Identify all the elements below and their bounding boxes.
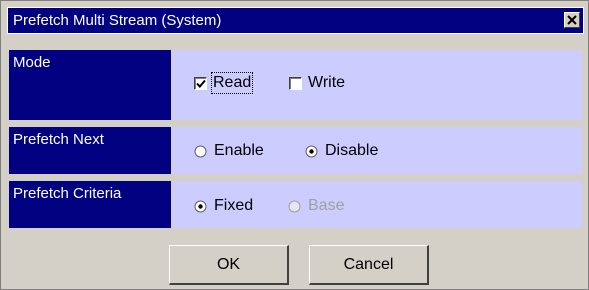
fixed-radio[interactable]: Fixed	[194, 197, 253, 215]
mode-label: Mode	[9, 50, 171, 120]
radio-selected-icon	[305, 145, 318, 157]
prefetch-next-options: Enable Disable	[173, 127, 582, 174]
radio-selected-icon	[194, 200, 207, 212]
disable-label: Disable	[325, 142, 379, 159]
window-title: Prefetch Multi Stream (System)	[13, 12, 222, 29]
mode-options: Read Write	[173, 50, 582, 120]
checkbox-checked-icon	[194, 76, 207, 90]
write-checkbox[interactable]: Write	[289, 74, 345, 92]
dialog-window: Prefetch Multi Stream (System) Mode Read…	[0, 0, 589, 290]
read-checkbox[interactable]: Read	[194, 72, 254, 94]
base-radio[interactable]: Base	[288, 197, 344, 215]
prefetch-criteria-options: Fixed Base	[173, 181, 582, 228]
checkbox-unchecked-icon	[289, 76, 302, 90]
prefetch-criteria-label: Prefetch Criteria	[9, 181, 171, 228]
title-bar[interactable]: Prefetch Multi Stream (System)	[7, 7, 584, 34]
fixed-label: Fixed	[214, 197, 254, 214]
disable-radio[interactable]: Disable	[305, 142, 378, 160]
enable-radio[interactable]: Enable	[194, 142, 264, 160]
enable-label: Enable	[214, 142, 264, 159]
radio-disabled-icon	[288, 200, 301, 212]
cancel-button[interactable]: Cancel	[309, 245, 429, 285]
base-label: Base	[308, 197, 345, 214]
close-icon	[567, 15, 577, 25]
close-button[interactable]	[564, 12, 580, 28]
radio-unselected-icon	[194, 145, 207, 157]
prefetch-next-label: Prefetch Next	[9, 127, 171, 174]
read-label: Read	[210, 72, 254, 94]
write-label: Write	[308, 74, 346, 91]
ok-button[interactable]: OK	[169, 245, 289, 285]
